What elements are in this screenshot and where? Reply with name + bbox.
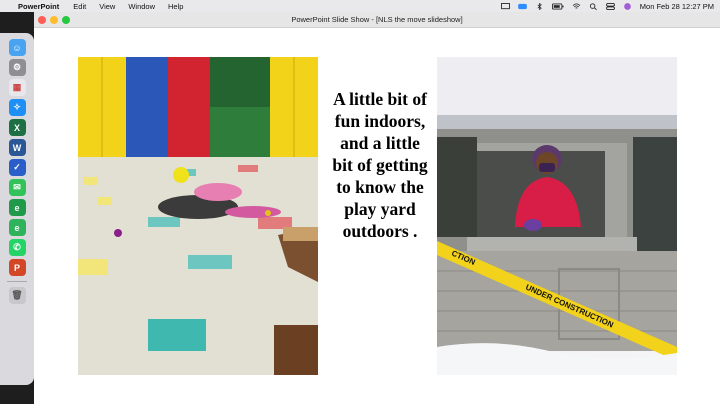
system-preferences-icon[interactable]: ⚙: [8, 59, 26, 76]
outdoor-playhouse-photo: CTION UNDER CONSTRUCTION: [437, 57, 677, 375]
safari-icon[interactable]: ✧: [8, 99, 26, 116]
dock: ☺ ⚙ ▦ ✧ X W ✓ ✉ e e ✆ P 🗑: [0, 33, 34, 385]
menu-bar: PowerPoint Edit View Window Help Mon Feb…: [0, 0, 720, 12]
menu-window[interactable]: Window: [128, 2, 155, 11]
trash-icon[interactable]: 🗑: [8, 287, 26, 304]
dock-separator: [7, 281, 27, 282]
finder-icon[interactable]: ☺: [8, 39, 26, 56]
menu-clock[interactable]: Mon Feb 28 12:27 PM: [640, 2, 714, 11]
screen-share-icon[interactable]: [500, 2, 510, 10]
bluetooth-icon[interactable]: [535, 2, 544, 10]
indoor-play-photo: [78, 57, 318, 375]
powerpoint-icon[interactable]: P: [8, 259, 26, 276]
launchpad-icon[interactable]: ▦: [8, 79, 26, 96]
siri-icon[interactable]: [623, 2, 632, 10]
menu-view[interactable]: View: [99, 2, 115, 11]
evernote-icon[interactable]: e: [8, 199, 26, 216]
slide: A little bit of fun indoors, and a littl…: [34, 28, 720, 404]
messages-icon[interactable]: ✉: [8, 179, 26, 196]
evernote-2-icon[interactable]: e: [8, 219, 26, 236]
word-icon[interactable]: W: [8, 139, 26, 156]
battery-icon[interactable]: [551, 3, 564, 10]
menu-edit[interactable]: Edit: [73, 2, 86, 11]
slide-caption: A little bit of fun indoors, and a littl…: [332, 89, 428, 241]
control-center-icon[interactable]: [605, 2, 615, 10]
search-icon[interactable]: [589, 2, 598, 10]
wifi-icon[interactable]: [572, 2, 581, 10]
menu-app-name[interactable]: PowerPoint: [18, 2, 59, 11]
excel-icon[interactable]: X: [8, 119, 26, 136]
zoom-app-icon[interactable]: [517, 3, 527, 10]
slideshow-window: PowerPoint Slide Show - [NLS the move sl…: [34, 12, 720, 404]
window-title: PowerPoint Slide Show - [NLS the move sl…: [291, 15, 463, 24]
menu-help[interactable]: Help: [168, 2, 183, 11]
whatsapp-icon[interactable]: ✆: [8, 239, 26, 256]
title-bar: PowerPoint Slide Show - [NLS the move sl…: [34, 12, 720, 28]
tasks-icon[interactable]: ✓: [8, 159, 26, 176]
